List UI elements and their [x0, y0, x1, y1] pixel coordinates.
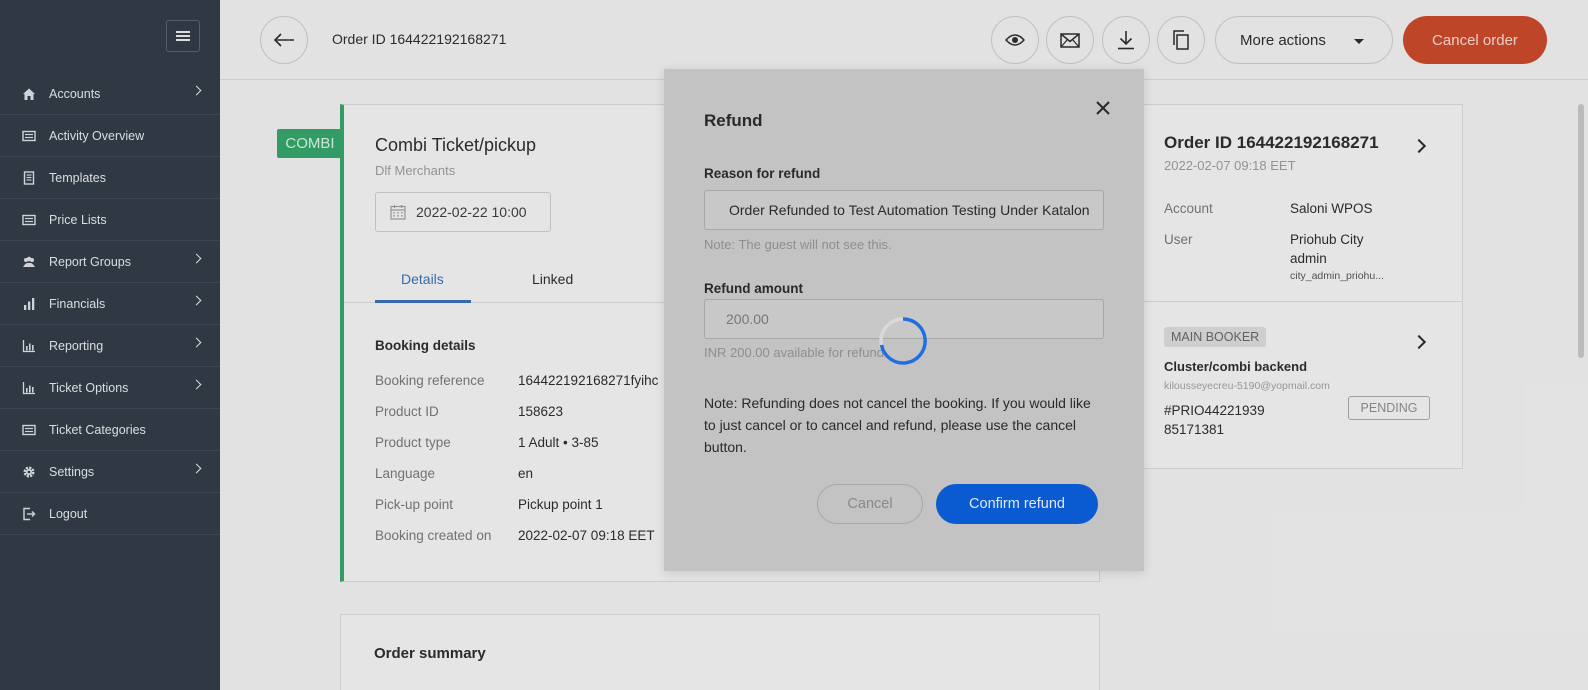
amount-available-note: INR 200.00 available for refund — [704, 345, 884, 360]
refund-modal: Refund Reason for refund Order Refunded … — [664, 69, 1144, 571]
refund-note: Note: Refunding does not cancel the book… — [704, 395, 1091, 455]
amount-label: Refund amount — [704, 281, 803, 296]
reason-label: Reason for refund — [704, 166, 821, 181]
close-button[interactable] — [1092, 97, 1114, 119]
modal-title: Refund — [704, 111, 763, 130]
reason-input[interactable]: Order Refunded to Test Automation Testin… — [704, 190, 1104, 230]
reason-value: Order Refunded to Test Automation Testin… — [729, 202, 1090, 218]
cancel-button[interactable]: Cancel — [817, 484, 923, 524]
loading-spinner-icon — [879, 317, 927, 365]
close-icon — [1096, 101, 1110, 115]
refund-amount-value: 200.00 — [726, 311, 769, 327]
reason-note: Note: The guest will not see this. — [704, 237, 892, 252]
confirm-refund-button[interactable]: Confirm refund — [936, 484, 1098, 524]
